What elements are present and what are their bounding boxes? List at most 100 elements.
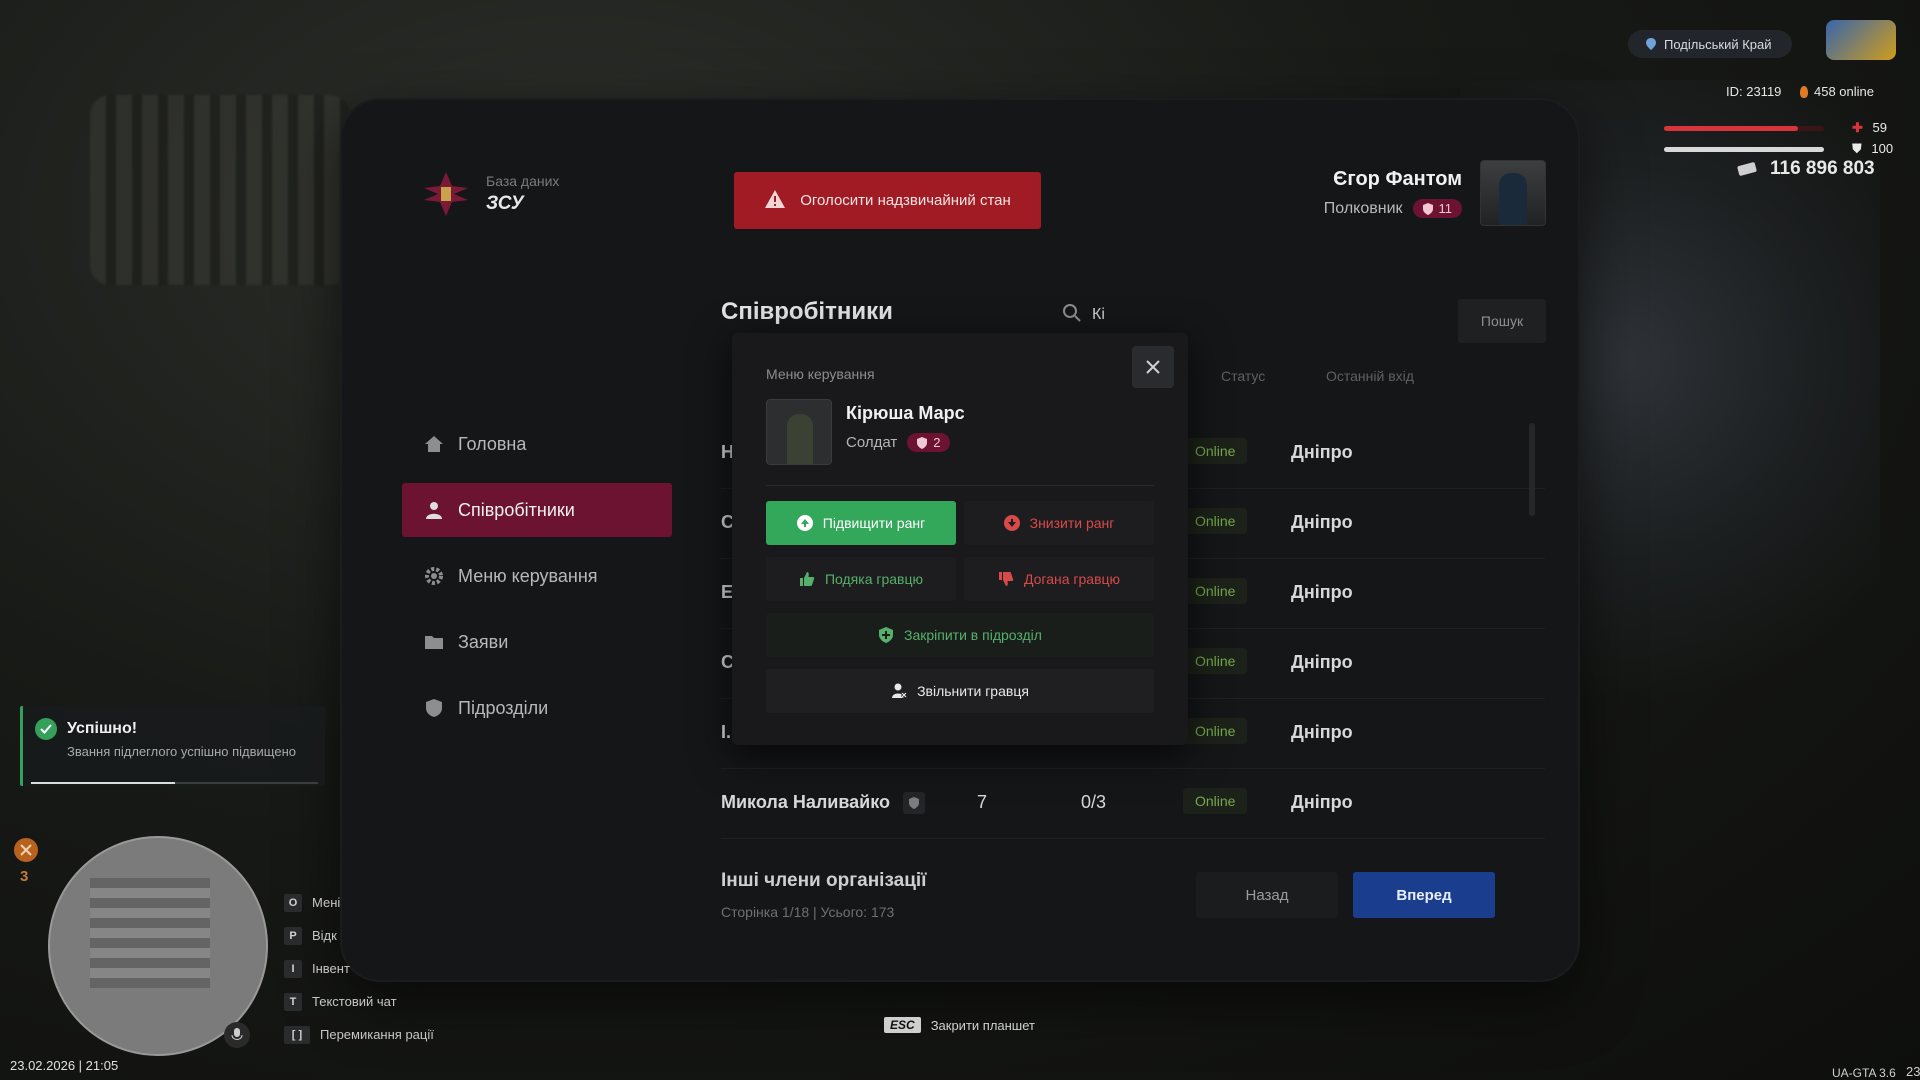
others-title: Інші члени організації [721, 870, 927, 891]
toast-progress [31, 782, 318, 784]
last-seen: Дніпро [1291, 722, 1353, 742]
reprimand-label: Догана гравцю [1023, 571, 1121, 587]
demote-button[interactable]: Знизити ранг [964, 501, 1154, 545]
emergency-label: Оголосити надзвичайний стан [800, 192, 1011, 209]
search-icon [1062, 303, 1082, 328]
armor-icon: ⛊ [1852, 141, 1862, 156]
folder-icon [424, 632, 444, 652]
last-seen: Дніпро [1291, 512, 1353, 532]
user-remove-icon [892, 683, 908, 699]
nav-item-management[interactable]: Меню керування [402, 549, 672, 603]
thanks-button[interactable]: Подяка гравцю [766, 557, 956, 601]
thanks-label: Подяка гравцю [824, 571, 924, 587]
keybind-item: O Мені [284, 886, 434, 919]
close-button[interactable] [1132, 346, 1174, 388]
table-row[interactable]: Микола Наливайко 7 0/3 Online Дніпро [721, 768, 1545, 839]
key-label: O [284, 893, 302, 912]
sidebar: База даних ЗСУ Головна Співробітники Мен… [342, 100, 672, 980]
keybind-label: Перемикання рації [320, 1027, 434, 1042]
users-icon [424, 500, 444, 520]
shield-icon [917, 436, 928, 449]
hunger-value: 3 [20, 868, 29, 885]
status-badge: Online [1183, 438, 1248, 464]
user-rank: Полковник [1323, 199, 1403, 217]
armor-bar-fill [1664, 147, 1824, 152]
scrollbar[interactable] [1529, 423, 1535, 516]
promote-button[interactable]: Підвищити ранг [766, 501, 956, 545]
demote-label: Знизити ранг [1029, 515, 1115, 531]
health-bar-fill [1664, 126, 1799, 131]
esc-label: Закрити планшет [930, 1017, 1035, 1033]
status-badge: Online [1183, 788, 1248, 814]
next-button[interactable]: Вперед [1353, 872, 1495, 918]
nav-item-label: Підрозділи [458, 697, 549, 718]
nav-item-label: Заяви [458, 631, 509, 652]
nav-item-label: Головна [458, 433, 527, 454]
toast-title: Успішно! [67, 720, 138, 737]
arrow-down-circle-icon [1003, 515, 1020, 531]
employee-name: Микола Наливайко [721, 792, 891, 812]
assign-label: Закріпити в підрозділ [904, 627, 1042, 643]
back-button[interactable]: Назад [1196, 872, 1338, 918]
nav-item-applications[interactable]: Заяви [402, 615, 672, 669]
nav-item-home[interactable]: Головна [402, 417, 672, 471]
logo-subtitle: База даних [486, 173, 560, 189]
background-soldiers [90, 95, 350, 285]
column-status: Статус [1221, 368, 1266, 384]
status-badge: Online [1183, 578, 1248, 604]
keybind-item: T Текстовий чат [284, 985, 434, 1018]
nav-item-employees[interactable]: Співробітники [402, 483, 672, 537]
user-name: Єгор Фантом [1333, 168, 1462, 190]
search-input[interactable]: Кі [1062, 300, 1322, 330]
armor-bar-track [1664, 147, 1824, 152]
keybind-label: Інвент [312, 961, 350, 976]
server-badge: Подільський Край [1628, 30, 1792, 58]
fire-player-button[interactable]: Звільнити гравця [766, 669, 1154, 713]
armor-value: 100 [1871, 141, 1894, 156]
health-bar-track [1664, 126, 1824, 131]
employee-name: І. [721, 722, 732, 742]
employee-rank: 7 [977, 792, 988, 812]
fire-icon [1800, 85, 1808, 98]
management-modal: Меню керування Кірюша Марс Солдат 2 Підв… [732, 333, 1188, 745]
logo: База даних ЗСУ [422, 170, 559, 218]
key-label: T [284, 992, 302, 1011]
employee-name-cell: Микола Наливайко [721, 792, 926, 815]
emergency-button[interactable]: Оголосити надзвичайний стан [734, 172, 1041, 229]
keybind-label: Мені [312, 895, 341, 910]
reprimand-button[interactable]: Догана гравцю [964, 557, 1154, 601]
search-value: Кі [1092, 306, 1105, 323]
assign-division-button[interactable]: Закріпити в підрозділ [766, 613, 1154, 657]
keybind-item: P Відк [284, 919, 434, 952]
key-label: I [284, 959, 302, 978]
player-id: ID: 23119 [1726, 84, 1782, 99]
nav-item-divisions[interactable]: Підрозділи [402, 681, 672, 735]
player-avatar [766, 399, 832, 465]
health-icon: ✚ [1852, 120, 1863, 135]
key-label: P [284, 926, 302, 945]
page-title: Співробітники [721, 298, 893, 325]
last-seen: Дніпро [1291, 792, 1353, 812]
divider [766, 485, 1154, 486]
home-icon [424, 434, 444, 454]
search-button[interactable]: Пошук [1458, 299, 1546, 343]
player-name: Кірюша Марс [846, 403, 965, 423]
toast-text: Звання підлеглого успішно підвищено [67, 744, 296, 759]
pin-icon [1646, 38, 1656, 50]
shield-icon [424, 698, 444, 718]
money-value: 116 896 803 [1770, 158, 1875, 179]
hunger-icon [14, 838, 38, 862]
keybind-label: Відк [312, 928, 337, 943]
corner-number: 23 [1906, 1064, 1920, 1079]
esc-hint: ESC Закрити планшет [884, 1017, 1035, 1033]
server-name: Подільський Край [1664, 36, 1772, 52]
last-seen: Дніпро [1291, 582, 1353, 602]
keybind-label: Текстовий чат [312, 994, 397, 1009]
microphone-icon [224, 1022, 250, 1048]
gear-icon [424, 566, 444, 586]
version: UA-GTA 3.6 [1832, 1066, 1896, 1080]
employee-warnings: 0/3 [1081, 792, 1107, 812]
shield-icon [903, 792, 926, 815]
success-toast: Успішно! Звання підлеглого успішно підви… [20, 706, 325, 786]
nav-item-label: Співробітники [458, 499, 575, 520]
